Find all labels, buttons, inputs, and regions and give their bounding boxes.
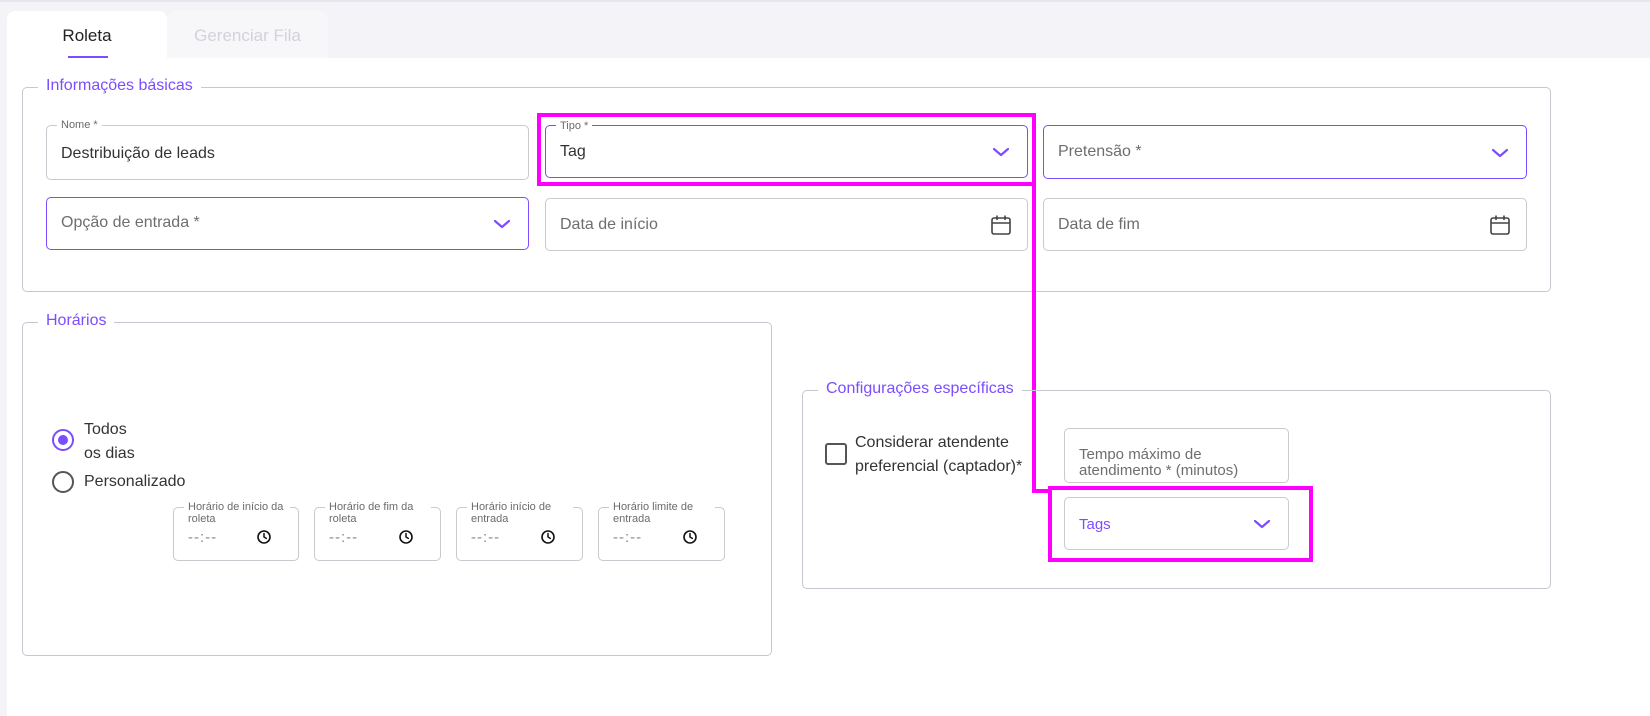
- clock-icon[interactable]: [682, 529, 698, 545]
- tab-roleta-label: Roleta: [62, 26, 112, 45]
- data-fim-placeholder: Data de fim: [1058, 216, 1140, 233]
- chevron-down-icon: [989, 140, 1013, 164]
- opcao-entrada-placeholder: Opção de entrada *: [61, 214, 200, 231]
- chevron-down-icon: [1250, 512, 1274, 536]
- data-fim-field[interactable]: Data de fim: [1043, 198, 1527, 251]
- radio-personalizado-label: Personalizado: [84, 473, 186, 490]
- tempo-maximo-field[interactable]: Tempo máximo de atendimento * (minutos): [1064, 428, 1289, 483]
- pretensao-placeholder: Pretensão *: [1058, 143, 1142, 160]
- horario-fim-roleta-value: --:--: [329, 529, 359, 546]
- horario-limite-entrada-value: --:--: [613, 529, 643, 546]
- horario-inicio-roleta-label: Horário de início da roleta: [184, 501, 290, 525]
- clock-icon[interactable]: [256, 529, 272, 545]
- radio-todos-label: Todos os dias: [84, 418, 135, 466]
- tab-roleta[interactable]: Roleta: [7, 11, 167, 58]
- clock-icon[interactable]: [540, 529, 556, 545]
- radio-personalizado[interactable]: Personalizado: [52, 471, 185, 494]
- radio-todos-line2: os dias: [84, 445, 135, 462]
- horario-inicio-entrada-label: Horário início de entrada: [467, 501, 573, 525]
- radio-todos-line1: Todos: [84, 421, 127, 438]
- basic-info-section: Informações básicas: [22, 77, 1551, 292]
- radio-todos-os-dias[interactable]: Todos os dias: [52, 418, 135, 466]
- chevron-down-icon: [1488, 141, 1512, 165]
- horario-fim-roleta-field[interactable]: Horário de fim da roleta --:--: [314, 501, 441, 561]
- tipo-label: Tipo *: [556, 119, 593, 133]
- nome-label: Nome *: [57, 118, 102, 132]
- captador-label-line2: preferencial (captador)*: [855, 458, 1023, 475]
- tipo-value: Tag: [560, 143, 586, 160]
- nome-value: Destribuição de leads: [61, 145, 215, 162]
- pretensao-select[interactable]: Pretensão *: [1043, 125, 1527, 179]
- horario-inicio-roleta-field[interactable]: Horário de início da roleta --:--: [173, 501, 299, 561]
- horario-fim-roleta-label: Horário de fim da roleta: [325, 501, 431, 525]
- opcao-entrada-select[interactable]: Opção de entrada *: [46, 197, 529, 250]
- calendar-icon[interactable]: [989, 213, 1013, 237]
- chevron-down-icon: [490, 212, 514, 236]
- nome-field[interactable]: Nome * Destribuição de leads: [46, 118, 529, 180]
- captador-checkbox[interactable]: [825, 443, 847, 465]
- horario-inicio-entrada-field[interactable]: Horário início de entrada --:--: [456, 501, 583, 561]
- tab-gerenciar-fila[interactable]: Gerenciar Fila: [167, 11, 328, 58]
- captador-checkbox-label: Considerar atendente preferencial (capta…: [855, 431, 1022, 479]
- basic-info-legend: Informações básicas: [38, 77, 201, 95]
- tempo-line2: atendimento * (minutos): [1079, 462, 1239, 479]
- config-legend: Configurações específicas: [818, 380, 1022, 398]
- horario-limite-entrada-label: Horário limite de entrada: [609, 501, 715, 525]
- tempo-line1: Tempo máximo de: [1079, 446, 1202, 463]
- tempo-maximo-placeholder: Tempo máximo de atendimento * (minutos): [1079, 447, 1238, 479]
- clock-icon[interactable]: [398, 529, 414, 545]
- top-border: [0, 0, 1650, 2]
- tags-select[interactable]: Tags: [1064, 497, 1289, 550]
- config-section: Configurações específicas: [802, 380, 1551, 589]
- horario-inicio-entrada-value: --:--: [471, 529, 501, 546]
- tab-gerenciar-fila-label: Gerenciar Fila: [194, 26, 301, 45]
- data-inicio-placeholder: Data de início: [560, 216, 658, 233]
- radio-personalizado-indicator[interactable]: [52, 471, 74, 493]
- data-inicio-field[interactable]: Data de início: [545, 198, 1028, 251]
- calendar-icon[interactable]: [1488, 213, 1512, 237]
- horario-limite-entrada-field[interactable]: Horário limite de entrada --:--: [598, 501, 725, 561]
- horarios-legend: Horários: [38, 312, 115, 330]
- tags-placeholder: Tags: [1079, 516, 1111, 533]
- tipo-select[interactable]: Tipo * Tag: [545, 119, 1028, 178]
- captador-label-line1: Considerar atendente: [855, 434, 1009, 451]
- horario-inicio-roleta-value: --:--: [188, 529, 218, 546]
- radio-todos-indicator[interactable]: [52, 429, 74, 451]
